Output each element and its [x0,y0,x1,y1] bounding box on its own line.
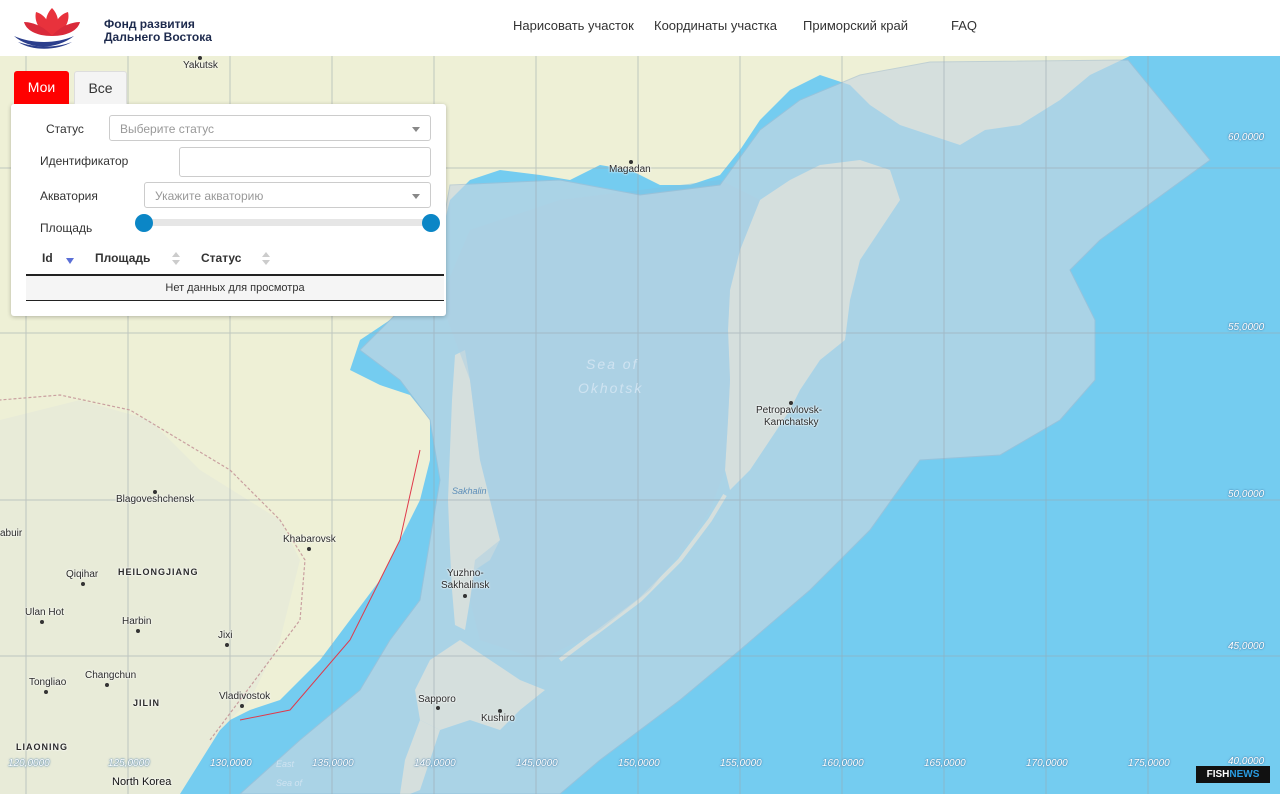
column-header-status[interactable]: Статус [201,251,241,265]
lon-label-150: 150,0000 [618,758,660,769]
label-sakhalin: Sakhalin [452,486,487,496]
label-ulan-hot: Ulan Hot [25,607,64,618]
label-cut-city: abuir [0,528,23,539]
column-header-id[interactable]: Id [42,251,53,265]
table-empty-row: Нет данных для просмотра [26,276,444,301]
sapporo-dot [436,706,440,710]
watermark-fish: FISH [1206,769,1230,780]
label-vladivostok: Vladivostok [219,691,271,702]
lon-label-170: 170,0000 [1026,758,1068,769]
watermark-news: NEWS [1229,769,1260,780]
nav-plot-coordinates[interactable]: Координаты участка [654,18,777,33]
khabarovsk-dot [307,547,311,551]
label-kushiro: Kushiro [481,713,515,724]
fishnews-watermark: FISHNEWS [1196,766,1270,783]
label-yuzhno-2: Sakhalinsk [441,580,490,591]
lon-label-130: 130,0000 [210,758,252,769]
area-label: Площадь [40,221,93,235]
water-area-select[interactable]: Укажите акваторию [144,182,431,208]
tongliao-dot [44,690,48,694]
ulan-hot-dot [40,620,44,624]
label-changchun: Changchun [85,670,137,681]
status-select[interactable]: Выберите статус [109,115,431,141]
status-label: Статус [46,122,84,136]
label-khabarovsk: Khabarovsk [283,534,336,545]
label-sea-of-okhotsk-2: Okhotsk [578,380,644,396]
identifier-input[interactable] [179,147,431,177]
main-nav: Нарисовать участок Координаты участка Пр… [0,0,1280,56]
lon-label-145: 145,0000 [516,758,558,769]
lat-label-45: 45,0000 [1228,641,1265,652]
nav-primorsky-krai[interactable]: Приморский край [803,18,908,33]
label-petropavlovsk-2: Kamchatsky [764,417,819,428]
top-header: Фонд развития Дальнего Востока Нарисоват… [0,0,1280,56]
sort-desc-icon[interactable] [66,258,74,264]
water-area-placeholder: Укажите акваторию [155,189,264,203]
yuzhno-dot [463,594,467,598]
label-liaoning: LIAONING [16,742,68,752]
column-header-area[interactable]: Площадь [95,251,150,265]
lat-label-60: 60,0000 [1228,132,1265,143]
label-harbin: Harbin [122,616,152,627]
tab-all[interactable]: Все [74,71,127,104]
label-blagoveshchensk: Blagoveshchensk [116,494,195,505]
label-magadan: Magadan [609,164,651,175]
label-heilongjiang: HEILONGJIANG [118,567,199,577]
tab-mine[interactable]: Мои [14,71,69,104]
filter-panel: Статус Выберите статус Идентификатор Акв… [11,104,446,316]
lon-label-125: 125,0000 [108,758,150,769]
lat-label-50: 50,0000 [1228,489,1265,500]
nav-draw-plot[interactable]: Нарисовать участок [513,18,634,33]
label-qiqihar: Qiqihar [66,569,99,580]
chevron-down-icon [412,194,420,199]
label-tongliao: Tongliao [29,677,67,688]
sort-icon[interactable] [172,252,180,266]
label-petropavlovsk-1: Petropavlovsk- [756,405,823,416]
label-east-sea-1: East [276,759,295,769]
label-north-korea: North Korea [112,776,172,788]
lon-label-135: 135,0000 [312,758,354,769]
lon-label-120: 120,0000 [8,758,50,769]
label-yakutsk: Yakutsk [183,60,218,71]
label-sea-of-okhotsk-1: Sea of [586,356,639,372]
jixi-dot [225,643,229,647]
vladivostok-dot [240,704,244,708]
lon-label-175: 175,0000 [1128,758,1170,769]
lon-label-160: 160,0000 [822,758,864,769]
area-slider-min-handle[interactable] [135,214,153,232]
changchun-dot [105,683,109,687]
nav-faq[interactable]: FAQ [951,18,977,33]
area-range-slider[interactable] [144,219,429,226]
area-slider-max-handle[interactable] [422,214,440,232]
lon-label-165: 165,0000 [924,758,966,769]
lat-label-55: 55,0000 [1228,322,1265,333]
label-yuzhno-1: Yuzhno- [447,568,484,579]
lon-label-140: 140,0000 [414,758,456,769]
lon-label-155: 155,0000 [720,758,762,769]
chevron-down-icon [412,127,420,132]
label-sapporo: Sapporo [418,694,456,705]
water-area-label: Акватория [40,189,98,203]
label-jilin: JILIN [133,698,161,708]
harbin-dot [136,629,140,633]
sort-icon[interactable] [262,252,270,266]
identifier-label: Идентификатор [40,154,129,168]
status-placeholder: Выберите статус [120,122,215,136]
label-east-sea-2: Sea of [276,778,303,788]
label-jixi: Jixi [218,630,233,641]
qiqihar-dot [81,582,85,586]
